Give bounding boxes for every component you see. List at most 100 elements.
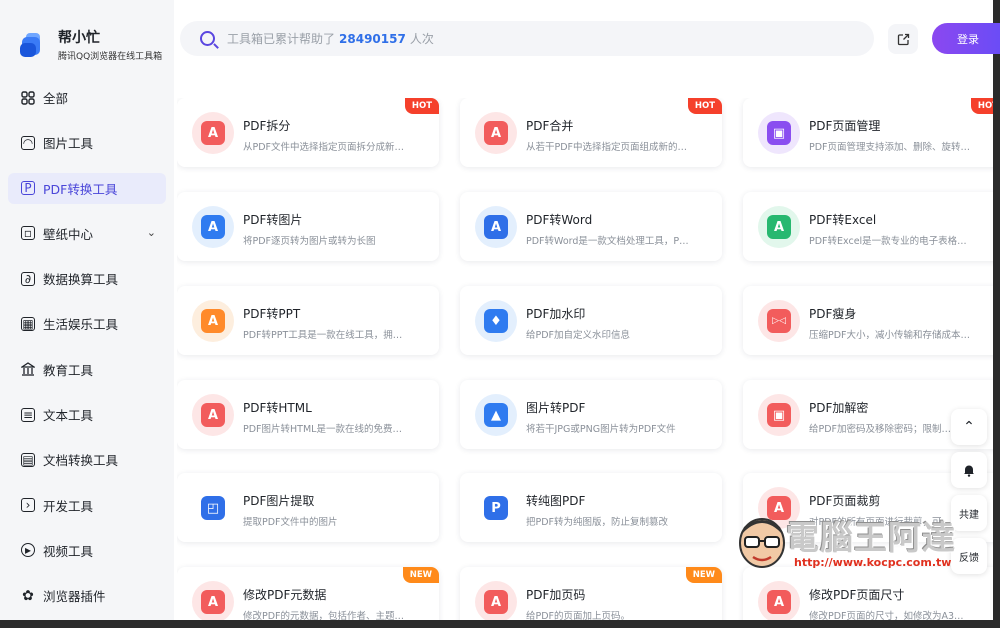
entertainment-icon: ▦ [21, 316, 35, 331]
brand-subtitle: 腾讯QQ浏览器在线工具箱 [58, 52, 163, 62]
tool-title: 修改PDF页面尺寸 [809, 588, 905, 602]
search-prefix: 工具箱已累计帮助了 [227, 32, 336, 46]
brand[interactable]: 帮小忙 腾讯QQ浏览器在线工具箱 [20, 30, 162, 62]
sidebar-item-all[interactable]: 全部 [8, 82, 166, 113]
tool-card[interactable]: A PDF转Excel PDF转Excel是一款专业的电子表格… [743, 192, 993, 261]
tool-card[interactable]: ▲ 图片转PDF 将若干JPG或PNG图片转为PDF文件 [460, 380, 722, 449]
tool-icon: A [192, 206, 234, 248]
share-icon [897, 33, 909, 45]
tool-title: 图片转PDF [526, 401, 586, 415]
tool-description: 压缩PDF大小，减小传输和存储成本… [809, 330, 971, 341]
chevron-down-icon[interactable]: ⌄ [147, 226, 156, 239]
sidebar-item-data-conversion[interactable]: ∂ 数据换算工具 [8, 263, 166, 294]
tool-description: 提取PDF文件中的图片 [243, 517, 338, 528]
tool-title: PDF转Word [526, 213, 593, 227]
sidebar-item-label: 生活娱乐工具 [43, 317, 119, 333]
sidebar-item-label: 视频工具 [43, 543, 94, 559]
sidebar-item-text-tools[interactable]: ≡ 文本工具 [8, 399, 166, 430]
tool-description: PDF转Word是一款文档处理工具，P… [526, 236, 689, 247]
tool-icon: ▣ [758, 112, 800, 154]
tool-title: PDF转PPT [243, 307, 301, 321]
video-icon: ▸ [21, 543, 35, 558]
sidebar-item-life-entertainment[interactable]: ▦ 生活娱乐工具 [8, 308, 166, 339]
sidebar-item-image-tools[interactable]: ◠ 图片工具 [8, 127, 166, 158]
tool-card[interactable]: A 修改PDF页面尺寸 修改PDF页面的尺寸，如修改为A3… [743, 567, 993, 620]
share-button[interactable] [888, 24, 918, 54]
tool-icon: A [192, 581, 234, 620]
tool-card[interactable]: P 转纯图PDF 把PDF转为纯图版，防止复制篡改 [460, 473, 722, 542]
tool-icon: ◰ [192, 487, 234, 529]
new-badge: NEW [685, 567, 722, 583]
tool-description: 将若干JPG或PNG图片转为PDF文件 [526, 424, 676, 435]
tool-card[interactable]: A PDF拆分 从PDF文件中选择指定页面拆分成新… HOT [177, 98, 439, 167]
sidebar-item-document-conversion[interactable]: ▤ 文档转换工具 [8, 444, 166, 475]
tool-title: PDF转图片 [243, 213, 303, 227]
image-icon: ◠ [21, 135, 35, 150]
tool-card[interactable]: A PDF转Word PDF转Word是一款文档处理工具，P… [460, 192, 722, 261]
tool-title: PDF页面裁剪 [809, 494, 881, 508]
tool-card[interactable]: A PDF转图片 将PDF逐页转为图片或转为长图 [177, 192, 439, 261]
pdf-icon: P [21, 181, 35, 196]
sidebar-item-browser-plugins[interactable]: ✿ 浏览器插件 [8, 580, 166, 611]
tool-title: PDF转HTML [243, 401, 312, 415]
tool-title: PDF拆分 [243, 119, 291, 133]
tool-card[interactable]: ♦ PDF加水印 给PDF加自定义水印信息 [460, 286, 722, 355]
hot-badge: HOT [687, 98, 722, 114]
sidebar-item-wallpaper[interactable]: ▫ 壁纸中心 ⌄ [8, 218, 166, 249]
sidebar-item-pdf-tools[interactable]: P PDF转换工具 [8, 172, 166, 204]
tool-card[interactable]: A PDF合并 从若干PDF中选择指定页面组成新的… HOT [460, 98, 722, 167]
sidebar-item-education[interactable]: 教育工具 [8, 354, 166, 385]
tool-title: PDF页面管理 [809, 119, 881, 133]
tool-grid: A PDF拆分 从PDF文件中选择指定页面拆分成新… HOT A PDF合并 从若干PDF中… [177, 98, 993, 620]
back-to-top-button[interactable]: ⌃ [951, 409, 987, 445]
tool-card[interactable]: A PDF转HTML PDF图片转HTML是一款在线的免费… [177, 380, 439, 449]
hot-badge: HOT [404, 98, 439, 114]
notification-button[interactable] [951, 452, 987, 488]
tool-icon: A [475, 112, 517, 154]
tool-title: PDF加水印 [526, 307, 586, 321]
sidebar-item-label: 浏览器插件 [43, 589, 106, 605]
tool-icon: A [758, 581, 800, 620]
bell-icon [964, 465, 974, 477]
app-window: 帮小忙 腾讯QQ浏览器在线工具箱 全部 ◠ 图片工具 P PDF转换工具 ▫ 壁 [0, 0, 1000, 628]
tool-description: PDF页面管理支持添加、删除、旋转… [809, 142, 971, 153]
login-button[interactable]: 登录 [932, 23, 1000, 54]
tool-icon: A [192, 112, 234, 154]
tool-card[interactable]: ▷◁ PDF瘦身 压缩PDF大小，减小传输和存储成本… [743, 286, 993, 355]
tool-description: PDF转PPT工具是一款在线工具，拥… [243, 330, 403, 341]
education-icon [21, 362, 35, 376]
hot-badge: HOT [970, 98, 993, 114]
tool-card[interactable]: A PDF转PPT PDF转PPT工具是一款在线工具，拥… [177, 286, 439, 355]
search-suffix: 人次 [409, 32, 434, 46]
tool-card[interactable]: ◰ PDF图片提取提取PDF文件中的图片 [177, 473, 439, 542]
tool-icon: A [475, 206, 517, 248]
sidebar-nav: 全部 ◠ 图片工具 P PDF转换工具 ▫ 壁纸中心 ⌄ ∂ 数据换算工具 ▦ … [8, 82, 166, 626]
new-badge: NEW [402, 567, 439, 583]
tool-card[interactable]: A 修改PDF元数据 修改PDF的元数据，包括作者、主题… NEW [177, 567, 439, 620]
tool-card[interactable]: A PDF加页码 给PDF的页面加上页码。 NEW [460, 567, 722, 620]
sidebar-item-dev-tools[interactable]: › 开发工具 [8, 490, 166, 521]
tool-icon: A [192, 300, 234, 342]
sidebar-item-label: 文档转换工具 [43, 453, 119, 469]
tool-title: PDF瘦身 [809, 307, 857, 321]
tool-card[interactable]: ▣ PDF页面管理 PDF页面管理支持添加、删除、旋转… HOT [743, 98, 993, 167]
tool-icon: A [192, 394, 234, 436]
tool-icon: ▣ [758, 394, 800, 436]
co-build-button[interactable]: 共建 [951, 495, 987, 531]
back-to-top-icon: ⌃ [963, 419, 975, 435]
brand-title: 帮小忙 [58, 30, 100, 46]
text-icon: ≡ [21, 407, 35, 422]
tool-description: 给PDF的页面加上页码。 [526, 611, 631, 620]
sidebar-item-label: 开发工具 [43, 498, 94, 514]
sidebar-item-label: PDF转换工具 [43, 181, 118, 197]
feedback-button[interactable]: 反馈 [951, 538, 987, 574]
tool-title: PDF加页码 [526, 588, 586, 602]
plugin-icon: ✿ [22, 587, 34, 604]
search-bar[interactable]: 工具箱已累计帮助了 28490157 人次 [180, 21, 874, 56]
tool-icon: A [758, 206, 800, 248]
wallpaper-icon: ▫ [21, 226, 35, 241]
tool-icon: ▲ [475, 394, 517, 436]
tool-title: PDF图片提取 [243, 494, 315, 508]
tool-description: PDF图片转HTML是一款在线的免费… [243, 424, 402, 435]
sidebar-item-video-tools[interactable]: ▸ 视频工具 [8, 535, 166, 566]
